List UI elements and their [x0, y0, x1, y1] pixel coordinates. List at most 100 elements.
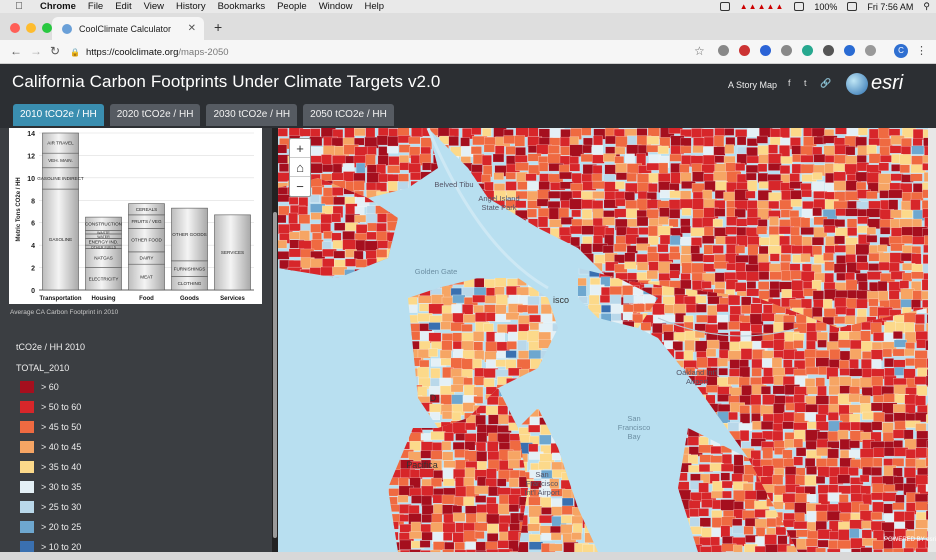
y-tick-label: 6 — [31, 221, 35, 228]
legend-label: > 60 — [41, 382, 59, 392]
x-tick-label: Food — [139, 296, 154, 302]
status-graph-icon: ▲▲▲▲▲ — [739, 2, 785, 11]
panel-scrollbar-thumb[interactable] — [273, 212, 277, 538]
menu-edit[interactable]: Edit — [115, 1, 131, 12]
tab-2030[interactable]: 2030 tCO2e / HH — [206, 104, 298, 126]
legend-label: > 35 to 40 — [41, 462, 82, 472]
legend-item: > 40 to 45 — [20, 441, 81, 453]
choropleth-map[interactable]: Belved Tibu Angel Island State Park Gold… — [278, 128, 928, 552]
legend-item: > 10 to 20 — [20, 541, 81, 552]
app-header: California Carbon Footprints Under Clima… — [0, 64, 936, 128]
tab-2050[interactable]: 2050 tCO2e / HH — [303, 104, 394, 126]
segment-label: ENERGY IND. — [89, 239, 119, 244]
map-label-angel-island: Angel Island State Park — [478, 194, 520, 212]
segment-label: NATGAS — [94, 256, 113, 261]
home-icon[interactable]: ⌂ — [290, 158, 310, 177]
y-tick-label: 0 — [31, 288, 35, 295]
twitter-icon[interactable]: t — [804, 78, 814, 88]
y-tick-label: 8 — [31, 198, 35, 205]
maximize-window-button[interactable] — [42, 23, 52, 33]
tab-2020[interactable]: 2020 tCO2e / HH — [109, 104, 201, 126]
y-tick-label: 2 — [31, 266, 35, 273]
window-bottom-edge — [0, 552, 936, 560]
esri-logo[interactable]: esri — [846, 72, 903, 95]
segment-label: GASOLINE — [49, 237, 73, 242]
segment-label: DAIRY — [140, 256, 154, 261]
dropbox-icon[interactable] — [719, 2, 730, 11]
menu-view[interactable]: View — [144, 1, 164, 12]
camera-extension-icon[interactable] — [718, 45, 729, 56]
diamond-extension-icon[interactable] — [844, 45, 855, 56]
address-bar[interactable]: 🔒 https://coolclimate.org/maps-2050 — [70, 43, 710, 61]
menu-people[interactable]: People — [277, 1, 307, 12]
back-arrow-icon[interactable]: ← — [10, 44, 22, 58]
clock[interactable]: Fri 7:56 AM — [867, 2, 913, 12]
legend-swatch — [20, 481, 34, 493]
segment-label: ELECTRICITY — [89, 276, 119, 281]
zoom-out-button[interactable]: − — [290, 177, 310, 196]
segment-label: OTHER FUELS — [91, 245, 117, 249]
teal-extension-icon[interactable] — [802, 45, 813, 56]
menu-file[interactable]: File — [88, 1, 103, 12]
legend-item: > 30 to 35 — [20, 481, 81, 493]
reload-icon[interactable]: ↻ — [50, 44, 60, 58]
map-tabs: 2010 tCO2e / HH 2020 tCO2e / HH 2030 tCO… — [13, 104, 394, 126]
segment-label: CONSTRUCTION — [85, 221, 122, 226]
facebook-icon[interactable]: f — [788, 78, 798, 88]
wifi-icon[interactable] — [794, 2, 805, 11]
legend-swatch — [20, 521, 34, 533]
profile-avatar[interactable]: C — [894, 44, 908, 58]
close-tab-icon[interactable]: ✕ — [188, 23, 196, 34]
battery-label: 100% — [814, 1, 838, 12]
y-axis-label: Metric Tons CO2e / HH — [16, 177, 22, 241]
forward-arrow-icon[interactable]: → — [30, 44, 42, 58]
chart-caption: Average CA Carbon Footprint in 2010 — [10, 309, 119, 316]
link-icon[interactable]: 🔗 — [820, 78, 831, 88]
url-path: /maps-2050 — [178, 46, 229, 58]
legend-swatch — [20, 401, 34, 413]
menu-app-name[interactable]: Chrome — [40, 1, 76, 12]
menu-bookmarks[interactable]: Bookmarks — [218, 1, 266, 12]
browser-menu-icon[interactable]: ⋮ — [916, 44, 927, 57]
powered-by-esri: POWERED BY esri — [884, 537, 936, 543]
lock-icon: 🔒 — [70, 47, 80, 57]
map-zoom-controls: + ⌂ − — [289, 138, 311, 197]
legend-swatch — [20, 461, 34, 473]
macos-menubar:  Chrome File Edit View History Bookmark… — [0, 0, 936, 13]
legend-field: TOTAL_2010 — [16, 363, 70, 373]
zoom-in-button[interactable]: + — [290, 139, 310, 158]
legend-label: > 20 to 25 — [41, 522, 82, 532]
tab-2010[interactable]: 2010 tCO2e / HH — [13, 104, 104, 126]
browser-tab[interactable]: CoolClimate Calculator ✕ — [52, 17, 204, 40]
bookmark-star-icon[interactable]: ☆ — [694, 44, 705, 58]
legend-item: > 45 to 50 — [20, 421, 81, 433]
extension-badge-icon[interactable] — [739, 45, 750, 56]
map-label-sf-bay: San Francisco Bay — [617, 414, 651, 441]
minimize-window-button[interactable] — [26, 23, 36, 33]
segment-label: MEAT — [140, 275, 153, 280]
y-tick-label: 10 — [27, 176, 35, 183]
x-tick-label: Services — [220, 296, 245, 302]
menu-window[interactable]: Window — [319, 1, 353, 12]
url-host: https://coolclimate.org — [85, 46, 179, 58]
page-scrollbar[interactable] — [928, 128, 936, 552]
cloud-extension-icon[interactable] — [865, 45, 876, 56]
esri-wordmark: esri — [871, 72, 904, 94]
segment-label: VEH. MAIN. — [48, 158, 73, 163]
legend-label: > 40 to 45 — [41, 442, 82, 452]
chat-extension-icon[interactable] — [760, 45, 771, 56]
new-tab-button[interactable]: + — [214, 19, 222, 35]
menu-history[interactable]: History — [176, 1, 206, 12]
map-canvas[interactable] — [278, 128, 928, 552]
legend-item: > 50 to 60 — [20, 401, 81, 413]
legend-swatch — [20, 541, 34, 552]
settings-extension-icon[interactable] — [781, 45, 792, 56]
mask-extension-icon[interactable] — [823, 45, 834, 56]
segment-label: OTHER FOOD — [131, 238, 162, 243]
battery-icon[interactable] — [847, 2, 858, 11]
menu-help[interactable]: Help — [364, 1, 384, 12]
apple-icon[interactable]:  — [12, 1, 26, 12]
spotlight-icon[interactable]: ⚲ — [923, 1, 930, 12]
close-window-button[interactable] — [10, 23, 20, 33]
legend-title: tCO2e / HH 2010 — [16, 342, 86, 352]
